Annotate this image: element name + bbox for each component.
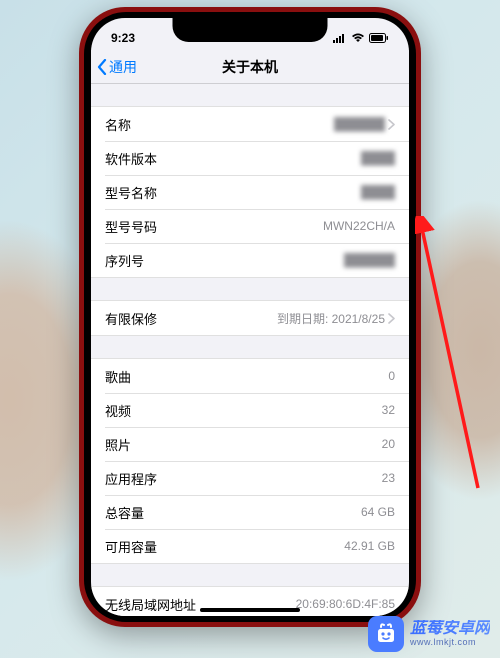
row-value: 0 bbox=[388, 369, 395, 383]
row-value: 64 GB bbox=[361, 505, 395, 519]
settings-row: 序列号 ██████ bbox=[91, 243, 409, 277]
watermark-title: 蓝莓安卓网 bbox=[410, 620, 490, 638]
wifi-icon bbox=[351, 33, 365, 43]
settings-row: 型号名称 ████ bbox=[91, 175, 409, 209]
status-time: 9:23 bbox=[111, 31, 135, 45]
row-value: 42.91 GB bbox=[344, 539, 395, 553]
row-label: 总容量 bbox=[105, 503, 144, 522]
row-label: 有限保修 bbox=[105, 309, 157, 328]
row-label: 照片 bbox=[105, 435, 131, 454]
row-label: 可用容量 bbox=[105, 537, 157, 556]
row-label: 歌曲 bbox=[105, 367, 131, 386]
row-label: 应用程序 bbox=[105, 469, 157, 488]
watermark-url: www.lmkjt.com bbox=[410, 638, 490, 648]
row-label: 视频 bbox=[105, 401, 131, 420]
settings-row: 歌曲 0 bbox=[91, 359, 409, 393]
settings-row[interactable]: 有限保修 到期日期: 2021/8/25 bbox=[91, 301, 409, 335]
settings-row: 照片 20 bbox=[91, 427, 409, 461]
row-label: 序列号 bbox=[105, 251, 144, 270]
row-value: 到期日期: 2021/8/25 bbox=[277, 310, 395, 327]
chevron-right-icon bbox=[388, 313, 395, 324]
nav-title: 关于本机 bbox=[222, 57, 278, 77]
row-value: ██████ bbox=[334, 117, 395, 131]
settings-group: 有限保修 到期日期: 2021/8/25 bbox=[91, 300, 409, 336]
nav-bar: 通用 关于本机 bbox=[91, 50, 409, 84]
row-value: MWN22CH/A bbox=[323, 219, 395, 233]
row-value: 23 bbox=[382, 471, 395, 485]
chevron-left-icon bbox=[97, 59, 107, 75]
row-value: ██████ bbox=[344, 253, 395, 267]
row-value: 20:69:80:6D:4F:85 bbox=[296, 597, 395, 611]
row-value: ████ bbox=[361, 185, 395, 199]
back-button[interactable]: 通用 bbox=[91, 57, 137, 77]
watermark: 蓝莓安卓网 www.lmkjt.com bbox=[368, 616, 490, 652]
chevron-right-icon bbox=[388, 119, 395, 130]
back-label: 通用 bbox=[109, 57, 137, 77]
row-label: 软件版本 bbox=[105, 149, 157, 168]
row-label: 型号号码 bbox=[105, 217, 157, 236]
row-label: 型号名称 bbox=[105, 183, 157, 202]
notch bbox=[173, 18, 328, 42]
settings-group: 歌曲 0 视频 32 照片 20 应用程序 23 总容量 64 GB 可用容量 42.91 GB bbox=[91, 358, 409, 564]
settings-row: 可用容量 42.91 GB bbox=[91, 529, 409, 563]
row-value: 20 bbox=[382, 437, 395, 451]
row-label: 名称 bbox=[105, 115, 131, 134]
watermark-icon bbox=[368, 616, 404, 652]
row-label: 无线局域网地址 bbox=[105, 595, 196, 614]
screen: 9:23 通用 关于本机 名称 ██████ 软件版本 ████ 型号名称 ████ 型号号… bbox=[91, 18, 409, 616]
settings-row: 视频 32 bbox=[91, 393, 409, 427]
battery-icon bbox=[369, 33, 389, 43]
signal-icon bbox=[333, 33, 347, 43]
settings-row[interactable]: 名称 ██████ bbox=[91, 107, 409, 141]
settings-row: 型号号码 MWN22CH/A bbox=[91, 209, 409, 243]
settings-row: 应用程序 23 bbox=[91, 461, 409, 495]
settings-row: 软件版本 ████ bbox=[91, 141, 409, 175]
phone-frame: 9:23 通用 关于本机 名称 ██████ 软件版本 ████ 型号名称 ████ 型号号… bbox=[79, 7, 421, 627]
row-value: ████ bbox=[361, 151, 395, 165]
settings-row: 总容量 64 GB bbox=[91, 495, 409, 529]
home-indicator[interactable] bbox=[200, 608, 300, 612]
row-value: 32 bbox=[382, 403, 395, 417]
content[interactable]: 名称 ██████ 软件版本 ████ 型号名称 ████ 型号号码 MWN22CH/A 序列号… bbox=[91, 84, 409, 616]
settings-group: 名称 ██████ 软件版本 ████ 型号名称 ████ 型号号码 MWN22CH/A 序列号… bbox=[91, 106, 409, 278]
